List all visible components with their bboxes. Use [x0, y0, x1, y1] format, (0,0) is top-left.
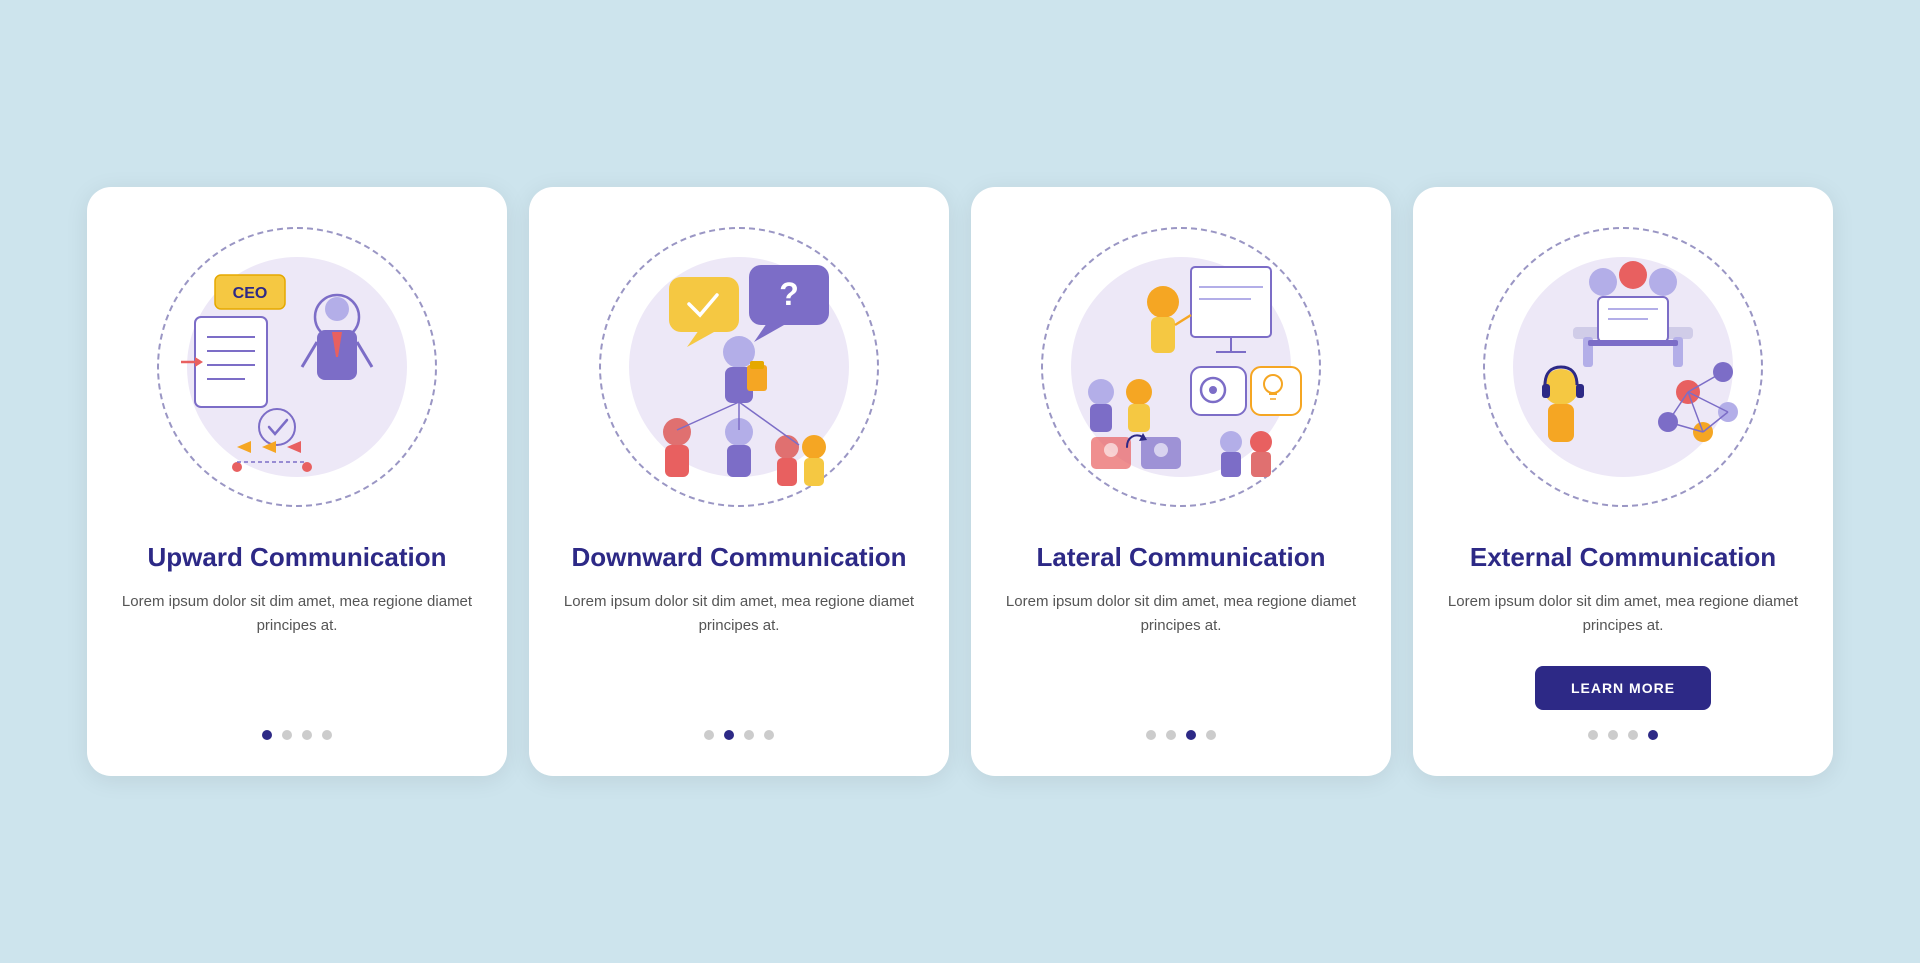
upward-title: Upward Communication: [147, 541, 446, 575]
dot-4[interactable]: [322, 730, 332, 740]
dot-1[interactable]: [704, 730, 714, 740]
illustration-downward: ?: [589, 217, 889, 517]
dot-3[interactable]: [744, 730, 754, 740]
svg-text:?: ?: [779, 276, 799, 312]
upward-illustration: CEO: [167, 237, 427, 497]
card-lateral: Lateral Communication Lorem ipsum dolor …: [971, 187, 1391, 777]
dot-2[interactable]: [282, 730, 292, 740]
dot-2[interactable]: [1608, 730, 1618, 740]
external-dots: [1588, 730, 1658, 740]
external-description: Lorem ipsum dolor sit dim amet, mea regi…: [1441, 590, 1805, 638]
illustration-upward: CEO: [147, 217, 447, 517]
upward-description: Lorem ipsum dolor sit dim amet, mea regi…: [115, 590, 479, 638]
dot-1[interactable]: [1146, 730, 1156, 740]
downward-description: Lorem ipsum dolor sit dim amet, mea regi…: [557, 590, 921, 638]
card-upward: CEO: [87, 187, 507, 777]
lateral-title: Lateral Communication: [1037, 541, 1326, 575]
card-downward: ?: [529, 187, 949, 777]
card-external: External Communication Lorem ipsum dolor…: [1413, 187, 1833, 777]
external-title: External Communication: [1470, 541, 1776, 575]
lateral-description: Lorem ipsum dolor sit dim amet, mea regi…: [999, 590, 1363, 638]
dot-4[interactable]: [764, 730, 774, 740]
dot-2[interactable]: [1166, 730, 1176, 740]
dot-4[interactable]: [1206, 730, 1216, 740]
lateral-illustration: [1051, 237, 1311, 497]
learn-more-button[interactable]: LEARN MORE: [1535, 666, 1711, 710]
downward-illustration: ?: [609, 237, 869, 497]
dot-3[interactable]: [1628, 730, 1638, 740]
dot-1[interactable]: [262, 730, 272, 740]
upward-dots: [262, 730, 332, 740]
cards-container: CEO: [87, 187, 1833, 777]
external-illustration: [1493, 237, 1753, 497]
svg-text:CEO: CEO: [233, 285, 268, 302]
lateral-dots: [1146, 730, 1216, 740]
dot-4[interactable]: [1648, 730, 1658, 740]
illustration-lateral: [1031, 217, 1331, 517]
downward-dots: [704, 730, 774, 740]
illustration-external: [1473, 217, 1773, 517]
dot-3[interactable]: [302, 730, 312, 740]
dot-1[interactable]: [1588, 730, 1598, 740]
dot-2[interactable]: [724, 730, 734, 740]
downward-title: Downward Communication: [571, 541, 906, 575]
dot-3[interactable]: [1186, 730, 1196, 740]
